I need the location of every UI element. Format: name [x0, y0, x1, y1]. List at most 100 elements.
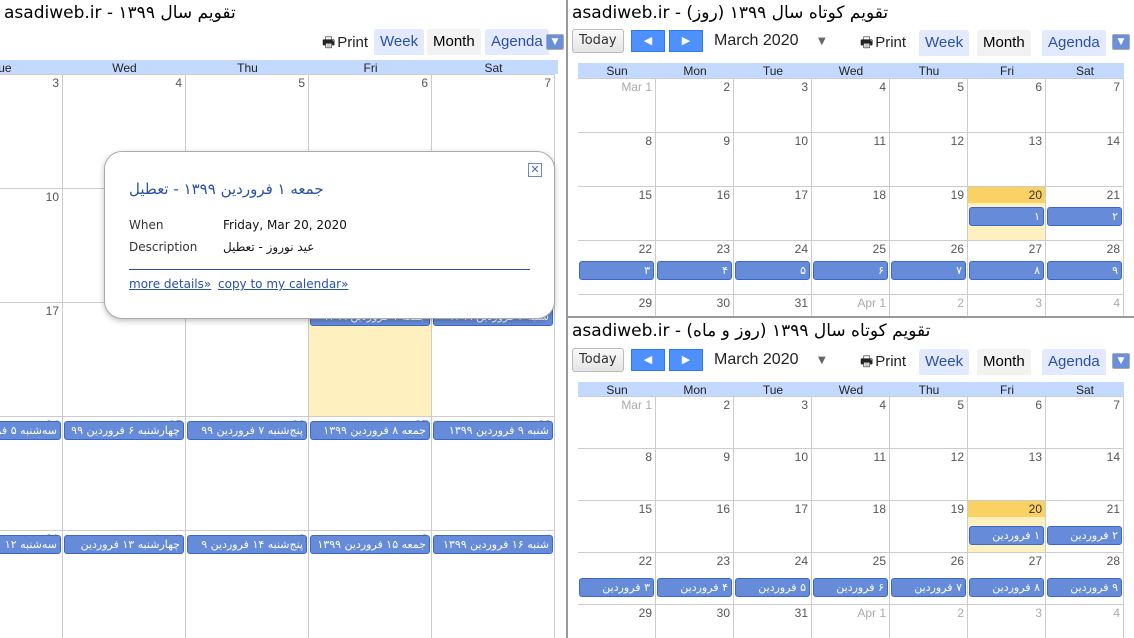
day-number[interactable]: 5 [957, 398, 964, 412]
day-number[interactable]: 13 [1029, 450, 1042, 464]
day-cell[interactable]: 8 [578, 448, 656, 500]
day-cell[interactable]: 26پنج‌شنبه ۷ فروردین ۹۹ [186, 416, 309, 530]
event-chip[interactable]: ۳ [579, 261, 654, 280]
view-dropdown-icon[interactable]: ▼ [546, 34, 564, 50]
tab-week[interactable]: Week [919, 349, 970, 375]
day-cell[interactable]: 4 [1046, 294, 1124, 316]
day-cell[interactable]: 13 [968, 448, 1046, 500]
day-cell[interactable]: 28شنبه ۹ فروردین ۱۳۹۹ [432, 416, 555, 530]
day-number[interactable]: 12 [951, 450, 964, 464]
day-cell[interactable]: 3جمعه ۱۵ فروردین ۱۳۹۹ [309, 530, 432, 638]
day-number[interactable]: 8 [645, 450, 652, 464]
day-number[interactable]: 3 [1035, 606, 1042, 620]
today-button[interactable]: Today [572, 29, 624, 53]
day-cell[interactable]: 15 [578, 186, 656, 240]
today-button[interactable]: Today [572, 348, 624, 372]
month-dropdown-icon[interactable]: ▼ [818, 355, 826, 366]
event-chip[interactable]: ۶ فروردین [813, 578, 888, 597]
view-dropdown-icon[interactable]: ▼ [1112, 34, 1130, 50]
day-cell[interactable]: 17 [0, 302, 63, 416]
day-cell[interactable]: 2 [656, 78, 734, 132]
day-cell[interactable]: 10 [734, 448, 812, 500]
day-cell[interactable]: 31 [734, 604, 812, 638]
day-number[interactable]: 15 [639, 188, 652, 202]
day-cell[interactable]: 24سه‌شنبه ۵ فروردین [0, 416, 63, 530]
day-cell[interactable]: 4 [1046, 604, 1124, 638]
day-number[interactable]: 27 [1029, 242, 1042, 256]
prev-month-button[interactable]: ◀ [631, 30, 665, 52]
day-cell[interactable]: 12 [890, 448, 968, 500]
day-number[interactable]: 29 [639, 606, 652, 620]
day-number[interactable]: 17 [795, 188, 808, 202]
day-number[interactable]: 16 [717, 188, 730, 202]
day-cell[interactable]: 4شنبه ۱۶ فروردین ۱۳۹۹ [432, 530, 555, 638]
day-number[interactable]: 5 [298, 76, 305, 90]
day-number[interactable]: Mar 1 [621, 398, 652, 412]
day-number[interactable]: 8 [645, 134, 652, 148]
day-number[interactable]: Apr 1 [857, 606, 886, 620]
day-number[interactable]: 7 [1113, 398, 1120, 412]
day-number[interactable]: 27 [1029, 554, 1042, 568]
day-cell[interactable]: Mar 1 [578, 396, 656, 448]
day-cell[interactable]: Apr 1 [812, 294, 890, 316]
tab-month[interactable]: Month [977, 30, 1031, 56]
day-number[interactable]: Mar 1 [621, 80, 652, 94]
day-number[interactable]: 17 [795, 502, 808, 516]
day-number[interactable]: 17 [46, 304, 59, 318]
day-number[interactable]: 4 [1113, 606, 1120, 620]
event-chip[interactable]: ۵ فروردین [735, 578, 810, 597]
day-number[interactable]: 24 [795, 242, 808, 256]
day-number[interactable]: 10 [46, 190, 59, 204]
day-cell[interactable]: 16 [656, 186, 734, 240]
day-number[interactable]: 18 [873, 502, 886, 516]
event-chip[interactable]: ۱ [969, 207, 1044, 226]
tab-week[interactable]: Week [374, 29, 425, 55]
day-cell[interactable]: 15 [578, 500, 656, 552]
event-chip[interactable]: سه‌شنبه ۱۲ [0, 535, 61, 554]
event-chip[interactable]: ۹ فروردین [1047, 578, 1122, 597]
day-cell[interactable]: جمعه ۱ فروردین ۱۳۹۹ [309, 302, 432, 416]
day-number[interactable]: 19 [951, 188, 964, 202]
prev-month-button[interactable]: ◀ [631, 349, 665, 371]
day-number[interactable]: 4 [175, 76, 182, 90]
day-number[interactable]: 6 [1035, 80, 1042, 94]
day-cell[interactable]: 4 [812, 78, 890, 132]
day-cell[interactable]: 20 ۱ [968, 186, 1046, 240]
day-number[interactable]: 2 [957, 296, 964, 310]
day-number[interactable]: 30 [717, 296, 730, 310]
tab-week[interactable]: Week [919, 30, 970, 56]
day-cell[interactable]: 27جمعه ۸ فروردین ۱۳۹۹ [309, 416, 432, 530]
event-chip[interactable]: ۸ [969, 261, 1044, 280]
day-number[interactable]: 22 [639, 554, 652, 568]
event-chip[interactable]: ۷ فروردین [891, 578, 966, 597]
day-number[interactable]: 14 [1107, 134, 1120, 148]
tab-agenda[interactable]: Agenda [1042, 30, 1106, 56]
day-number[interactable]: 21 [1107, 502, 1120, 516]
event-chip[interactable]: چهارشنبه ۱۳ فروردین [64, 535, 184, 554]
day-cell[interactable]: 2 [656, 396, 734, 448]
day-cell[interactable]: 2پنج‌شنبه ۱۴ فروردین ۹ [186, 530, 309, 638]
event-chip[interactable]: جمعه ۱۵ فروردین ۱۳۹۹ [310, 535, 430, 554]
day-cell[interactable]: 17 [734, 186, 812, 240]
day-cell[interactable]: 27 ۸ [968, 240, 1046, 294]
day-cell[interactable]: 2 [890, 604, 968, 638]
day-number[interactable]: 3 [52, 76, 59, 90]
day-cell[interactable]: 29 [578, 604, 656, 638]
month-dropdown-icon[interactable]: ▼ [818, 36, 826, 47]
day-cell[interactable]: 29 [578, 294, 656, 316]
day-cell[interactable]: 11 [812, 132, 890, 186]
day-number[interactable]: 9 [723, 450, 730, 464]
day-number[interactable]: 20 [1029, 502, 1042, 516]
day-cell[interactable]: 7 [1046, 396, 1124, 448]
day-number[interactable]: 9 [723, 134, 730, 148]
day-cell[interactable]: 5 [890, 396, 968, 448]
day-cell[interactable]: 5 [890, 78, 968, 132]
day-cell[interactable]: 19 [890, 186, 968, 240]
day-cell[interactable]: 13 [968, 132, 1046, 186]
day-cell[interactable]: 3 [734, 396, 812, 448]
day-cell[interactable]: 3 [968, 294, 1046, 316]
day-cell[interactable]: 7 [1046, 78, 1124, 132]
day-number[interactable]: 11 [874, 450, 886, 464]
day-number[interactable]: 6 [1035, 398, 1042, 412]
next-month-button[interactable]: ▶ [669, 349, 703, 371]
